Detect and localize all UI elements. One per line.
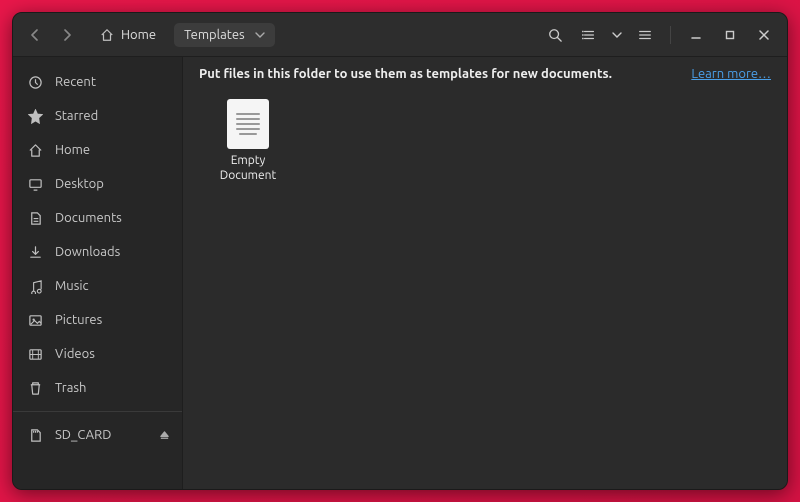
clock-icon [27,74,43,90]
home-icon [27,142,43,158]
close-button[interactable] [749,21,779,49]
sidebar-item-label: Pictures [55,313,102,327]
breadcrumb-home-label: Home [121,28,156,42]
learn-more-link[interactable]: Learn more… [691,67,771,81]
search-button[interactable] [540,21,570,49]
sidebar-item-label: SD_CARD [55,428,111,442]
trash-icon [27,380,43,396]
minimize-button[interactable] [681,21,711,49]
sidebar-item-desktop[interactable]: Desktop [13,167,182,201]
video-icon [27,346,43,362]
sidebar-separator [13,411,182,412]
templates-info-bar: Put files in this folder to use them as … [183,57,787,87]
star-icon [27,108,43,124]
home-icon [99,27,115,43]
separator [670,26,671,44]
sidebar-item-label: Desktop [55,177,104,191]
download-icon [27,244,43,260]
sidebar-item-downloads[interactable]: Downloads [13,235,182,269]
sidebar-item-starred[interactable]: Starred [13,99,182,133]
sidebar-item-videos[interactable]: Videos [13,337,182,371]
window-body: Recent Starred Home Desktop Documents Do [13,57,787,489]
sidebar-item-label: Music [55,279,89,293]
file-label: Empty Document [207,153,289,183]
sidebar-item-label: Videos [55,347,95,361]
sidebar-item-label: Downloads [55,245,120,259]
breadcrumb-home[interactable]: Home [89,22,166,48]
sidebar-item-label: Trash [55,381,86,395]
titlebar: Home Templates [13,13,787,57]
hamburger-menu-button[interactable] [630,21,660,49]
desktop-icon [27,176,43,192]
sidebar-item-music[interactable]: Music [13,269,182,303]
image-icon [27,312,43,328]
sidebar-item-label: Documents [55,211,122,225]
file-item[interactable]: Empty Document [203,95,293,187]
file-manager-window: Home Templates [12,12,788,490]
breadcrumb-current-label: Templates [184,28,245,42]
sidebar-item-pictures[interactable]: Pictures [13,303,182,337]
chevron-down-icon [255,30,265,40]
sidebar-item-label: Recent [55,75,96,89]
sidebar-item-documents[interactable]: Documents [13,201,182,235]
view-dropdown-button[interactable] [608,21,626,49]
main-pane: Put files in this folder to use them as … [183,57,787,489]
music-icon [27,278,43,294]
sidebar-item-label: Starred [55,109,98,123]
breadcrumb-current[interactable]: Templates [174,23,275,47]
maximize-button[interactable] [715,21,745,49]
file-grid[interactable]: Empty Document [183,87,787,489]
sidebar-item-home[interactable]: Home [13,133,182,167]
sd-icon [27,427,43,443]
forward-button[interactable] [53,21,81,49]
sidebar-item-sdcard[interactable]: SD_CARD [13,418,182,452]
info-message: Put files in this folder to use them as … [199,67,679,81]
view-list-button[interactable] [574,21,604,49]
eject-icon[interactable] [159,430,170,441]
doc-icon [27,210,43,226]
sidebar-item-label: Home [55,143,90,157]
sidebar-item-trash[interactable]: Trash [13,371,182,405]
sidebar-item-recent[interactable]: Recent [13,65,182,99]
sidebar: Recent Starred Home Desktop Documents Do [13,57,183,489]
back-button[interactable] [21,21,49,49]
document-file-icon [227,99,269,149]
